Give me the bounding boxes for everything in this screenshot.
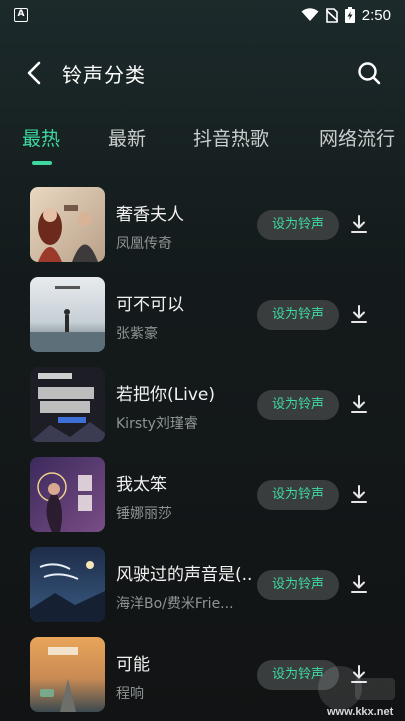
- set-ringtone-button[interactable]: 设为铃声: [257, 300, 339, 330]
- download-icon[interactable]: [348, 573, 370, 595]
- tab-newest[interactable]: 最新: [108, 124, 146, 151]
- album-cover: [30, 547, 105, 622]
- list-item[interactable]: 奢香夫人 凤凰传奇 设为铃声: [0, 180, 405, 270]
- category-tabs: 最热 最新 抖音热歌 网络流行: [0, 118, 405, 170]
- album-cover: [30, 277, 105, 352]
- song-artist: 海洋Bo/费米Frie...: [116, 596, 234, 612]
- song-title: 可能: [116, 655, 150, 675]
- download-icon[interactable]: [348, 483, 370, 505]
- app-notification-icon: A: [14, 8, 28, 22]
- status-time: 2:50: [361, 6, 391, 24]
- song-artist: Kirsty刘瑾睿: [116, 416, 198, 432]
- download-icon[interactable]: [348, 213, 370, 235]
- set-ringtone-button[interactable]: 设为铃声: [257, 480, 339, 510]
- album-cover: [30, 637, 105, 712]
- list-item[interactable]: 若把你(Live) Kirsty刘瑾睿 设为铃声: [0, 360, 405, 450]
- song-title: 我太笨: [116, 475, 167, 495]
- search-icon[interactable]: [356, 60, 382, 86]
- song-title: 奢香夫人: [116, 205, 184, 225]
- song-title: 风驶过的声音是(..: [116, 565, 253, 585]
- tab-douyin-hits[interactable]: 抖音热歌: [193, 124, 269, 151]
- list-item[interactable]: 风驶过的声音是(.. 海洋Bo/费米Frie... 设为铃声: [0, 540, 405, 630]
- tab-hottest[interactable]: 最热: [22, 124, 60, 151]
- list-item[interactable]: 我太笨 锤娜丽莎 设为铃声: [0, 450, 405, 540]
- watermark-text: www.kkx.net: [327, 706, 394, 718]
- battery-charging-icon: [344, 7, 355, 23]
- song-artist: 张紫豪: [116, 326, 158, 342]
- chevron-left-icon[interactable]: [22, 60, 48, 86]
- download-icon[interactable]: [348, 303, 370, 325]
- set-ringtone-button[interactable]: 设为铃声: [257, 570, 339, 600]
- download-icon[interactable]: [348, 393, 370, 415]
- set-ringtone-button[interactable]: 设为铃声: [257, 210, 339, 240]
- song-artist: 锤娜丽莎: [116, 506, 172, 522]
- wifi-icon: [301, 8, 319, 21]
- album-cover: [30, 367, 105, 442]
- song-title: 可不可以: [116, 295, 184, 315]
- song-artist: 程响: [116, 686, 144, 702]
- app-header: 铃声分类: [0, 50, 405, 96]
- tab-internet-popular[interactable]: 网络流行: [319, 124, 395, 151]
- status-bar: A 2:50: [0, 0, 405, 30]
- page-title: 铃声分类: [62, 63, 146, 87]
- list-item[interactable]: 可不可以 张紫豪 设为铃声: [0, 270, 405, 360]
- song-title: 若把你(Live): [116, 385, 215, 405]
- song-artist: 凤凰传奇: [116, 236, 172, 252]
- album-cover: [30, 187, 105, 262]
- album-cover: [30, 457, 105, 532]
- no-sim-icon: [325, 7, 338, 23]
- active-tab-indicator: [32, 161, 52, 165]
- set-ringtone-button[interactable]: 设为铃声: [257, 390, 339, 420]
